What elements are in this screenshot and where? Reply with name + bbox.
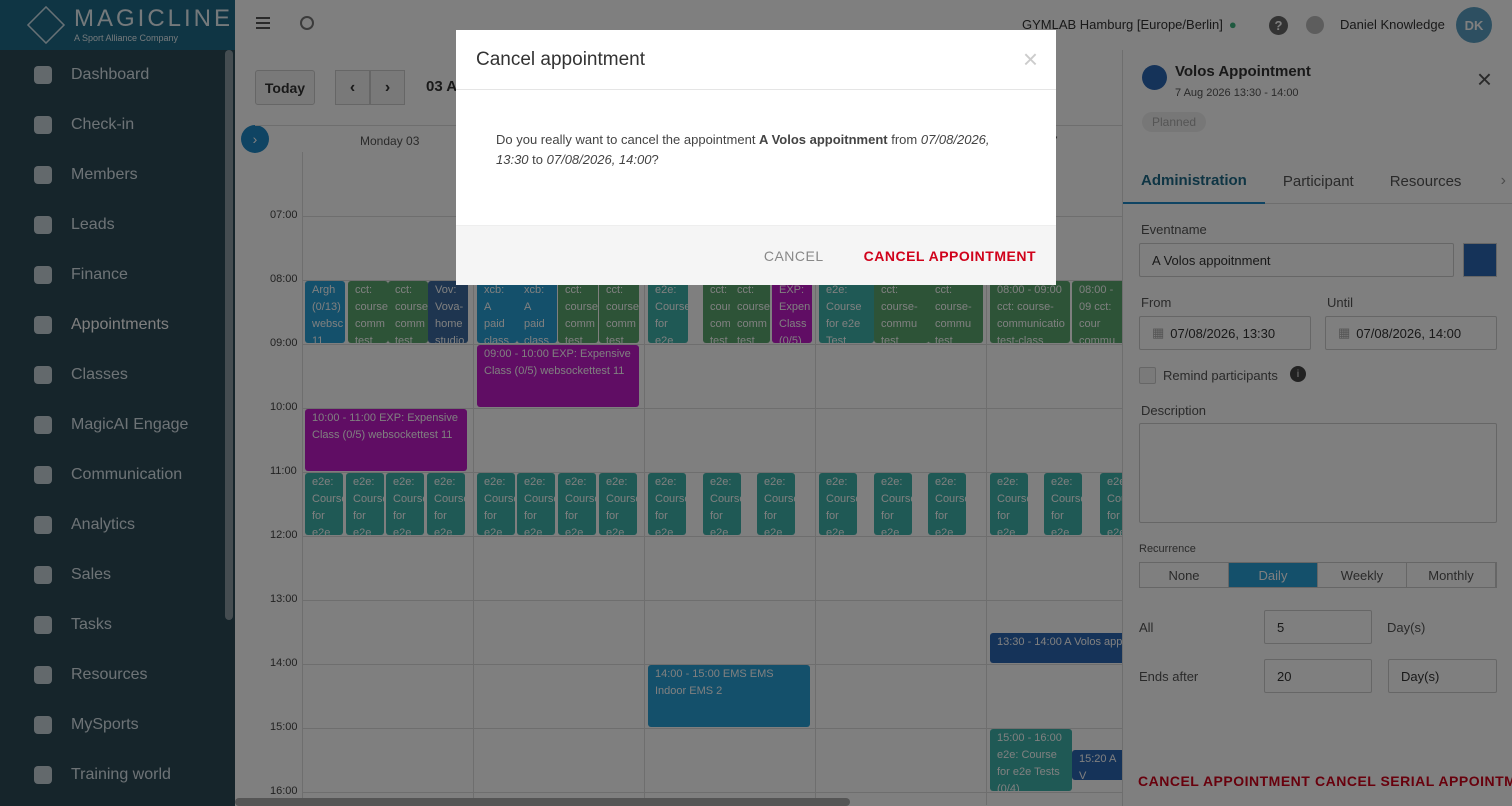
close-icon[interactable]: ×: [1023, 44, 1038, 75]
dialog-text-end: ?: [651, 152, 659, 167]
dialog-footer: CANCEL CANCEL APPOINTMENT: [456, 225, 1056, 285]
dialog-confirm-cancel-appointment-button[interactable]: CANCEL APPOINTMENT: [864, 248, 1036, 264]
dialog-text-to: to: [528, 152, 547, 167]
dialog-appointment-name: A Volos appoitnment: [759, 132, 888, 147]
dialog-text-from: from: [887, 132, 921, 147]
cancel-appointment-dialog: Cancel appointment × Do you really want …: [456, 30, 1056, 285]
dialog-body: Do you really want to cancel the appoint…: [456, 90, 1056, 225]
dialog-title: Cancel appointment: [476, 48, 645, 70]
dialog-to-date: 07/08/2026, 14:00: [546, 152, 652, 167]
dialog-cancel-button[interactable]: CANCEL: [764, 248, 824, 264]
dialog-text-pre: Do you really want to cancel the appoint…: [496, 132, 760, 147]
